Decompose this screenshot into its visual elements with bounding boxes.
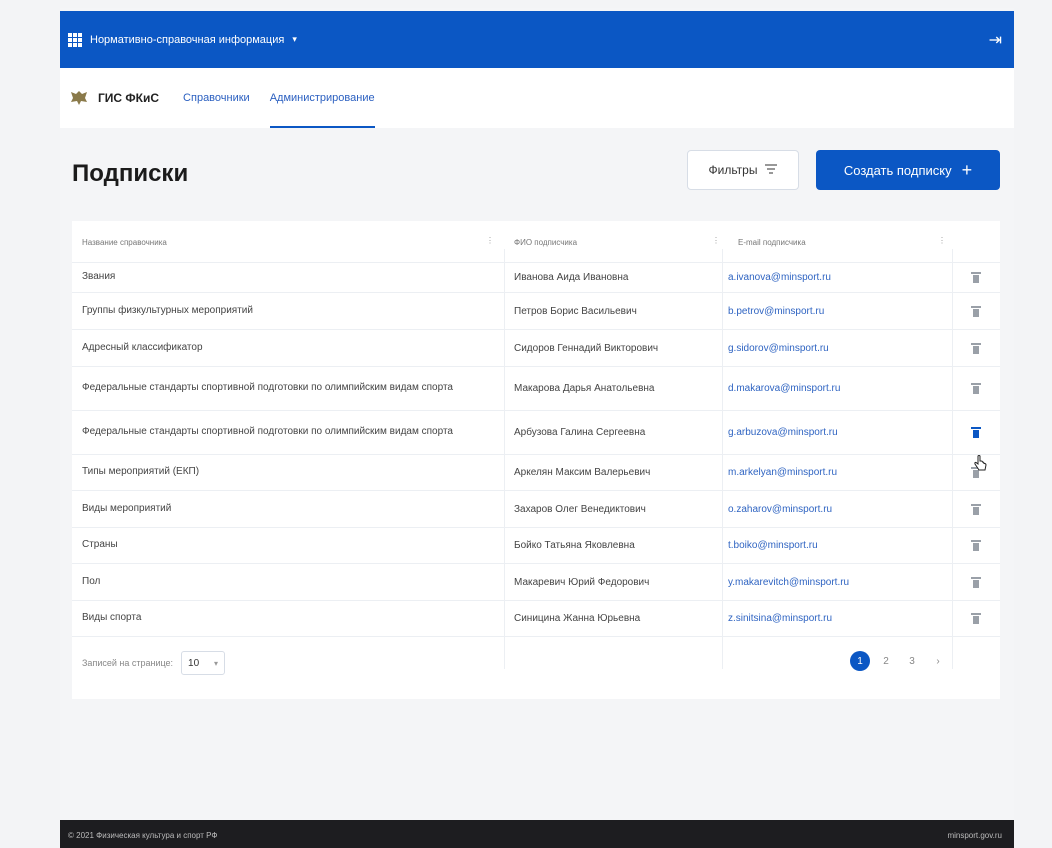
next-page-icon[interactable]: › xyxy=(928,651,948,671)
directory-name-cell: Звания xyxy=(82,271,116,283)
table-row[interactable]: Пол Макаревич Юрий Федорович y.makarevit… xyxy=(72,564,1000,601)
subscriber-fio-cell: Макаревич Юрий Федорович xyxy=(514,576,650,588)
trash-icon xyxy=(971,305,981,317)
subscriber-fio-cell: Сидоров Геннадий Викторович xyxy=(514,342,659,354)
apps-grid-icon[interactable] xyxy=(68,32,82,47)
page-title: Подписки xyxy=(72,160,189,187)
copyright-text: © 2021 Физическая культура и спорт РФ xyxy=(68,830,218,840)
subscriber-email-link[interactable]: m.arkelyan@minsport.ru xyxy=(728,455,948,490)
directory-name-cell: Виды спорта xyxy=(82,612,142,624)
subscriber-email-link[interactable]: g.arbuzova@minsport.ru xyxy=(728,411,948,454)
site-header: ГИС ФКиС Справочники Администрирование xyxy=(60,68,1014,128)
trash-icon xyxy=(971,540,981,551)
column-header-fio[interactable]: ФИО подписчика xyxy=(514,221,577,263)
table-row[interactable]: Федеральные стандарты спортивной подгото… xyxy=(72,367,1000,411)
subscriber-email-link[interactable]: t.boiko@minsport.ru xyxy=(728,528,948,563)
page-button-2[interactable]: 2 xyxy=(876,651,896,671)
subscriber-fio-cell: Петров Борис Васильевич xyxy=(514,305,637,317)
rows-per-page-value: 10 xyxy=(188,657,200,669)
directory-name-cell: Федеральные стандарты спортивной подгото… xyxy=(82,426,453,438)
table-row[interactable]: Типы мероприятий (ЕКП) Аркелян Максим Ва… xyxy=(72,455,1000,491)
subscriber-email-link[interactable]: b.petrov@minsport.ru xyxy=(728,293,948,329)
top-app-bar: Нормативно-справочная информация ▾ ⇥ xyxy=(60,11,1014,68)
table-row[interactable]: Страны Бойко Татьяна Яковлевна t.boiko@m… xyxy=(72,528,1000,564)
delete-button[interactable] xyxy=(966,528,986,563)
app-switcher-label[interactable]: Нормативно-справочная информация xyxy=(90,34,284,46)
delete-button[interactable] xyxy=(966,263,986,292)
tab-directories[interactable]: Справочники xyxy=(183,68,250,128)
chevron-down-icon[interactable]: ▾ xyxy=(292,34,297,45)
rows-per-page: Записей на странице: 10 ▾ xyxy=(82,651,226,675)
directory-name-cell: Группы физкультурных мероприятий xyxy=(82,304,253,316)
subscriber-email-link[interactable]: d.makarova@minsport.ru xyxy=(728,367,948,410)
trash-icon xyxy=(971,503,981,515)
filter-icon xyxy=(765,163,778,177)
trash-icon xyxy=(971,613,981,624)
pagination: 1 2 3 › xyxy=(850,651,948,671)
table-row[interactable]: Виды спорта Синицина Жанна Юрьевна z.sin… xyxy=(72,601,1000,637)
subscriber-fio-cell: Захаров Олег Венедиктович xyxy=(514,503,646,515)
subscriber-fio-cell: Арбузова Галина Сергеевна xyxy=(514,427,646,438)
delete-button[interactable] xyxy=(966,564,986,600)
delete-button[interactable] xyxy=(966,601,986,636)
subscriber-email-link[interactable]: z.sinitsina@minsport.ru xyxy=(728,601,948,636)
filters-button[interactable]: Фильтры xyxy=(687,150,799,190)
delete-button[interactable] xyxy=(966,367,986,410)
sort-icon[interactable]: ⋮ xyxy=(712,236,720,245)
pointer-cursor-icon xyxy=(973,455,989,478)
plus-icon: + xyxy=(961,160,973,180)
table-row[interactable]: Группы физкультурных мероприятий Петров … xyxy=(72,293,1000,330)
table-row[interactable]: Виды мероприятий Захаров Олег Венедиктов… xyxy=(72,491,1000,528)
subscriber-email-link[interactable]: a.ivanova@minsport.ru xyxy=(728,263,948,292)
page-button-3[interactable]: 3 xyxy=(902,651,922,671)
directory-name-cell: Страны xyxy=(82,539,118,551)
footer-bar: © 2021 Физическая культура и спорт РФ mi… xyxy=(60,820,1014,848)
trash-icon xyxy=(971,576,981,588)
subscriber-email-link[interactable]: o.zaharov@minsport.ru xyxy=(728,491,948,527)
delete-button[interactable] xyxy=(966,293,986,329)
directory-name-cell: Федеральные стандарты спортивной подгото… xyxy=(82,382,453,394)
subscriber-fio-cell: Синицина Жанна Юрьевна xyxy=(514,613,641,624)
directory-name-cell: Виды мероприятий xyxy=(82,502,172,514)
subscriber-fio-cell: Бойко Татьяна Яковлевна xyxy=(514,540,635,551)
delete-button[interactable] xyxy=(966,491,986,527)
filters-button-label: Фильтры xyxy=(708,163,758,177)
directory-name-cell: Пол xyxy=(82,575,101,587)
table-row[interactable]: Федеральные стандарты спортивной подгото… xyxy=(72,411,1000,455)
subscriber-fio-cell: Иванова Аида Ивановна xyxy=(514,272,629,283)
trash-icon xyxy=(971,342,981,354)
delete-button[interactable] xyxy=(966,330,986,366)
subscriptions-table-card: Название справочника ⋮ ФИО подписчика ⋮ … xyxy=(72,221,1000,699)
trash-icon xyxy=(971,383,981,394)
delete-button[interactable] xyxy=(966,411,986,454)
subscriber-fio-cell: Макарова Дарья Анатольевна xyxy=(514,383,655,394)
site-link[interactable]: minsport.gov.ru xyxy=(947,831,1002,840)
table-row[interactable]: Звания Иванова Аида Ивановна a.ivanova@m… xyxy=(72,263,1000,293)
sort-icon[interactable]: ⋮ xyxy=(486,236,494,245)
logout-icon[interactable]: ⇥ xyxy=(989,30,1002,50)
table-row[interactable]: Адресный классификатор Сидоров Геннадий … xyxy=(72,330,1000,367)
directory-name-cell: Типы мероприятий (ЕКП) xyxy=(82,466,200,478)
subscriber-fio-cell: Аркелян Максим Валерьевич xyxy=(514,467,651,478)
rows-per-page-select[interactable]: 10 ▾ xyxy=(181,651,226,675)
sort-icon[interactable]: ⋮ xyxy=(938,236,946,245)
tab-administration[interactable]: Администрирование xyxy=(269,68,375,128)
subscriber-email-link[interactable]: y.makarevitch@minsport.ru xyxy=(728,564,948,600)
trash-icon xyxy=(971,272,981,283)
create-subscription-button[interactable]: Создать подписку + xyxy=(816,150,1000,190)
directory-name-cell: Адресный классификатор xyxy=(82,341,203,353)
chevron-down-icon: ▾ xyxy=(214,658,219,668)
table-header: Название справочника ⋮ ФИО подписчика ⋮ … xyxy=(72,221,1000,263)
create-subscription-label: Создать подписку xyxy=(843,162,952,178)
coat-of-arms-icon xyxy=(68,88,90,108)
app-frame: Нормативно-справочная информация ▾ ⇥ ГИС… xyxy=(60,8,1014,848)
trash-icon xyxy=(971,427,981,438)
rows-per-page-label: Записей на странице: xyxy=(82,658,174,668)
page-button-1[interactable]: 1 xyxy=(850,651,870,671)
column-header-directory[interactable]: Название справочника xyxy=(82,221,167,263)
subscriber-email-link[interactable]: g.sidorov@minsport.ru xyxy=(728,330,948,366)
brand-name[interactable]: ГИС ФКиС xyxy=(98,91,159,105)
column-header-email[interactable]: E-mail подписчика xyxy=(738,221,806,263)
